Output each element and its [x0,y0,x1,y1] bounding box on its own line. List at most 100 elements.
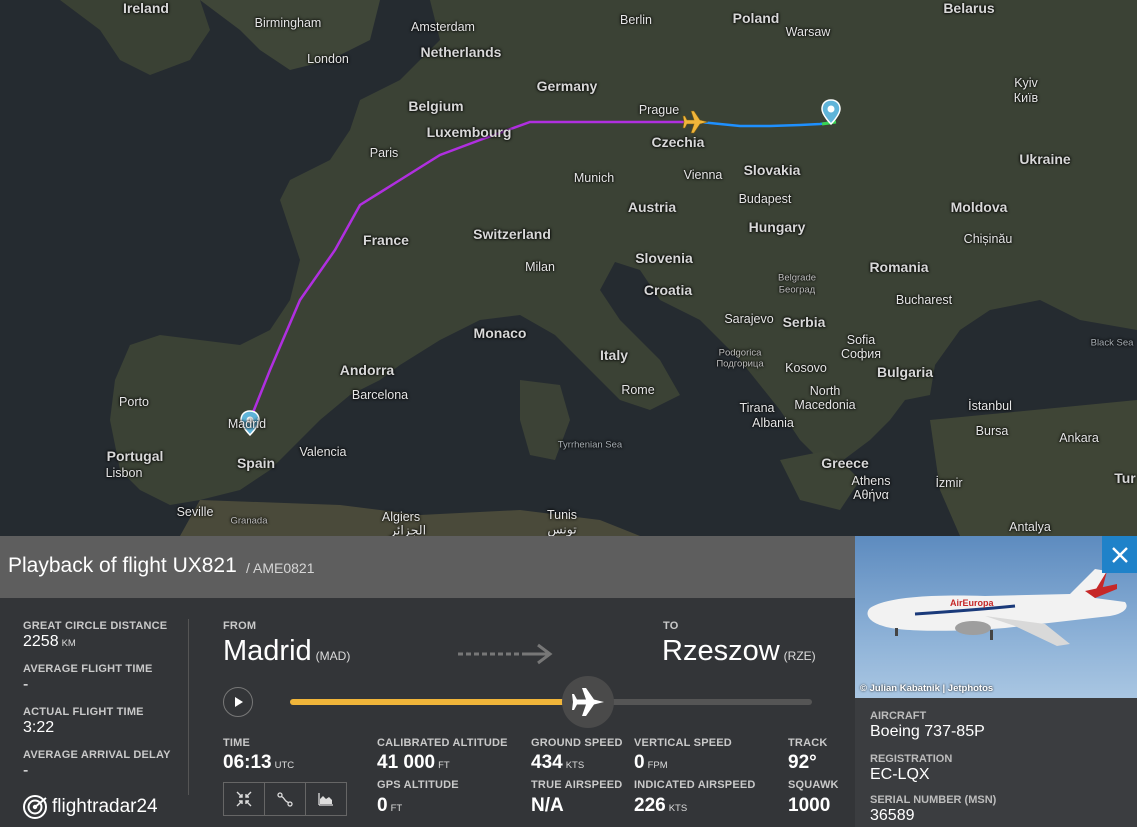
calibrated-altitude-number: 41 000 [377,752,436,773]
origin-city-name: Madrid [223,635,312,667]
map-label-luxembourg: Luxembourg [426,124,512,140]
playback-slider[interactable] [290,699,812,705]
flight-callsign: / AME0821 [246,560,315,576]
average-arrival-delay-label: AVERAGE ARRIVAL DELAY [23,749,171,761]
map-label-spain: Spain [236,455,276,471]
gps-altitude-unit: FT [390,803,403,814]
calibrated-altitude-label: CALIBRATED ALTITUDE [377,737,508,749]
chart-icon [318,793,333,806]
map-label-porto: Porto [119,395,149,409]
map-label-athens-greek: Αθήνα [853,488,889,502]
indicated-airspeed-unit: KTS [668,803,688,814]
map-label-podgorica-cyrillic: Подгорица [716,358,764,370]
track-label: TRACK [788,737,828,749]
actual-flight-time-label: ACTUAL FLIGHT TIME [23,706,144,718]
map-label-algiers-arabic: الجزائر [389,523,427,537]
map-label-monaco: Monaco [473,325,527,341]
time-label: TIME [223,737,251,749]
map-label-madrid: Madrid [227,417,267,431]
map-label-tyrrhenian-sea: Tyrrhenian Sea [557,439,623,451]
map-label-france: France [363,232,409,248]
flightradar24-logo[interactable]: flightradar24 [22,794,158,820]
gps-altitude-number: 0 [377,795,388,816]
map-label-athens: Athens [851,474,891,488]
livery-text: AirEuropa [950,598,995,608]
map-label-north: North [809,384,841,398]
map-label-prague: Prague [638,103,680,117]
time-value: 06:13 UTC [223,752,294,774]
ground-speed-value: 434 KTS [531,752,584,774]
map-label-granada: Granada [230,515,268,527]
photo-credit[interactable]: © Julian Kabatnik | Jetphotos [860,683,993,694]
indicated-airspeed-label: INDICATED AIRSPEED [634,779,756,791]
playback-handle[interactable] [561,676,614,728]
map-label-belgrade: Belgrade [777,272,817,284]
playback-panel: Playback of flight UX821 / AME0821 GREAT… [0,536,855,827]
map-label-kyiv: Kyiv [1014,76,1038,90]
map-label-berlin: Berlin [620,13,652,27]
map-label-netherlands: Netherlands [420,44,502,60]
aircraft-photo[interactable]: AirEuropa © Julian Kabatnik | Jetphotos [855,536,1137,698]
squawk-value: 1000 [788,795,831,816]
map-label-tunis-arabic: تونس [547,522,577,537]
calibrated-altitude-unit: FT [438,760,450,771]
map-label-munich: Munich [573,171,615,185]
map-label-italy: Italy [599,347,629,363]
map-label-paris: Paris [369,146,399,160]
aircraft-value: Boeing 737-85P [870,723,985,740]
map-label-sofia-cyrillic: София [840,347,882,361]
altitude-graph-button[interactable] [306,783,346,815]
map-label-tunis: Tunis [546,508,578,522]
map-label-belarus: Belarus [943,0,995,16]
destination-marker-icon[interactable] [821,99,841,125]
map-label-black-sea: Black Sea [1090,337,1134,349]
map-label-kosovo: Kosovo [785,361,827,375]
route-button[interactable] [265,783,306,815]
map-label-czechia: Czechia [651,134,705,150]
map-label-warsaw: Warsaw [785,25,831,39]
average-flight-time-label: AVERAGE FLIGHT TIME [23,663,153,675]
destination-city-name: Rzeszow [662,635,780,667]
collapse-arrows-icon [236,791,252,807]
flight-map[interactable]: Ireland Birmingham London Amsterdam Neth… [0,0,1137,536]
aircraft-icon[interactable] [682,108,710,136]
time-unit: UTC [274,760,295,771]
calibrated-altitude-value: 41 000 FT [377,752,450,774]
map-label-budapest: Budapest [738,192,792,206]
map-label-slovakia: Slovakia [743,162,801,178]
map-label-ireland: Ireland [123,0,169,16]
map-label-sofia: Sofia [846,333,876,347]
registration-value: EC-LQX [870,766,930,783]
map-label-moldova: Moldova [950,199,1008,215]
great-circle-distance-number: 2258 [23,633,59,650]
map-label-germany: Germany [536,78,598,94]
map-label-serbia: Serbia [782,314,826,330]
ground-speed-unit: KTS [565,760,585,771]
squawk-label: SQUAWK [788,779,839,791]
map-label-izmir: İzmir [935,476,963,490]
map-label-austria: Austria [627,199,677,215]
indicated-airspeed-number: 226 [634,795,666,816]
map-label-istanbul: İstanbul [968,399,1012,413]
map-label-albania: Albania [752,416,794,430]
origin-city: Madrid (MAD) [223,635,350,668]
map-label-bulgaria: Bulgaria [876,364,934,380]
vertical-speed-number: 0 [634,752,645,773]
map-label-turkey: Tur [1114,470,1136,486]
map-label-portugal: Portugal [106,448,164,464]
destination-city: Rzeszow (RZE) [662,635,816,668]
map-label-kyiv-cyrillic: Київ [1013,91,1039,105]
average-arrival-delay-value: - [23,762,29,779]
close-button[interactable] [1102,536,1137,573]
cockpit-view-button[interactable] [224,783,265,815]
playback-progress [290,699,588,705]
panel-header: Playback of flight UX821 / AME0821 [0,536,855,598]
play-button[interactable] [223,687,253,717]
route-arrow-icon [458,643,553,665]
aircraft-info-panel: AirEuropa © Julian Kabatnik | Jetphotos … [855,536,1137,827]
ground-speed-label: GROUND SPEED [531,737,623,749]
great-circle-distance-label: GREAT CIRCLE DISTANCE [23,620,168,632]
map-label-macedonia: Macedonia [794,398,856,412]
map-label-london: London [307,52,349,66]
aircraft-photo-illustration: AirEuropa [867,569,1127,646]
